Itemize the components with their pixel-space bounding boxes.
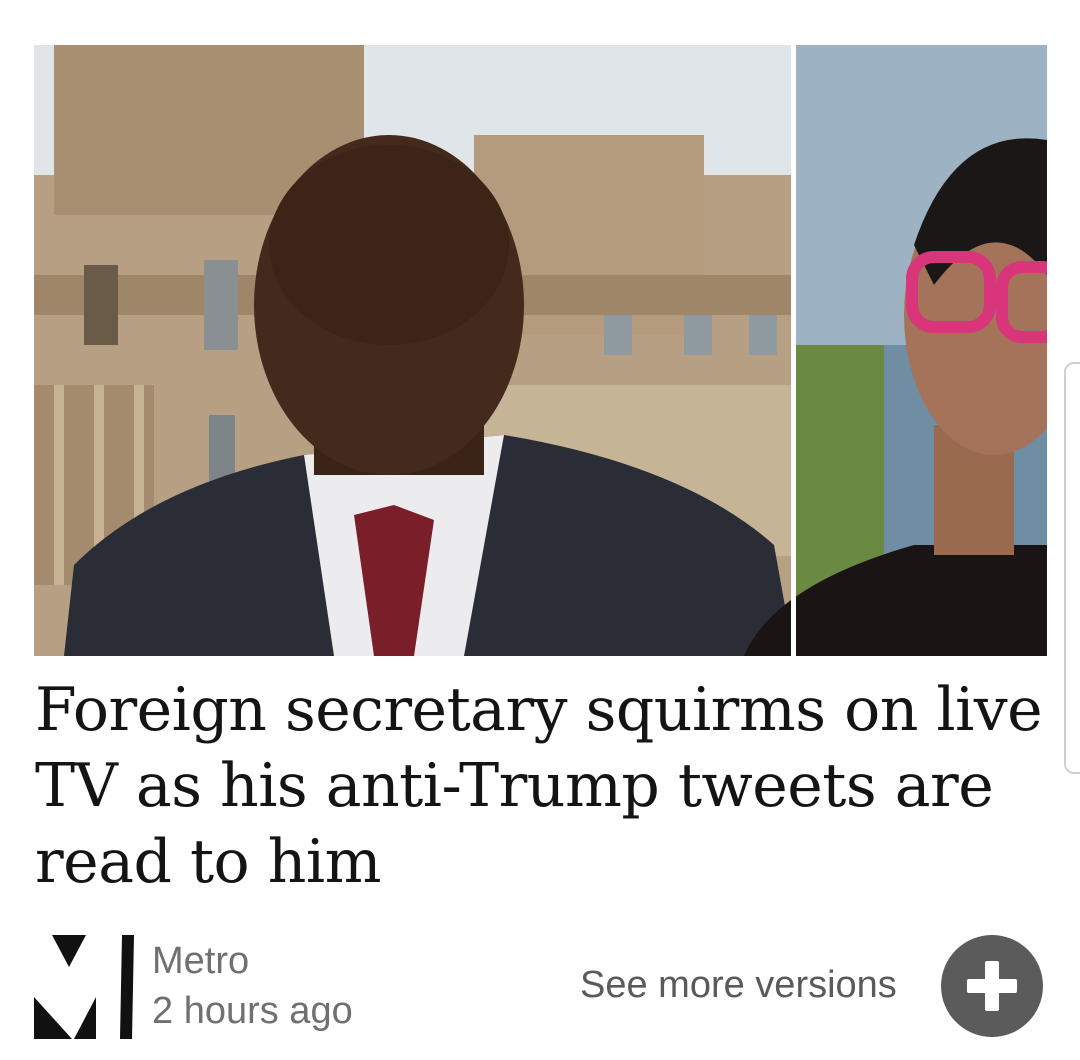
article-headline[interactable]: Foreign secretary squirms on live TV as …	[35, 672, 1055, 900]
plus-icon-vertical	[985, 961, 999, 1011]
plus-icon[interactable]	[941, 935, 1043, 1037]
source-name[interactable]: Metro	[152, 938, 249, 984]
metro-logo-icon	[34, 935, 138, 1039]
news-card[interactable]: Foreign secretary squirms on live TV as …	[0, 0, 1080, 1060]
see-more-versions-link[interactable]: See more versions	[580, 962, 897, 1008]
publish-time: 2 hours ago	[152, 990, 353, 1032]
scrollbar-handle[interactable]	[1064, 362, 1080, 774]
article-image[interactable]	[34, 45, 1047, 656]
